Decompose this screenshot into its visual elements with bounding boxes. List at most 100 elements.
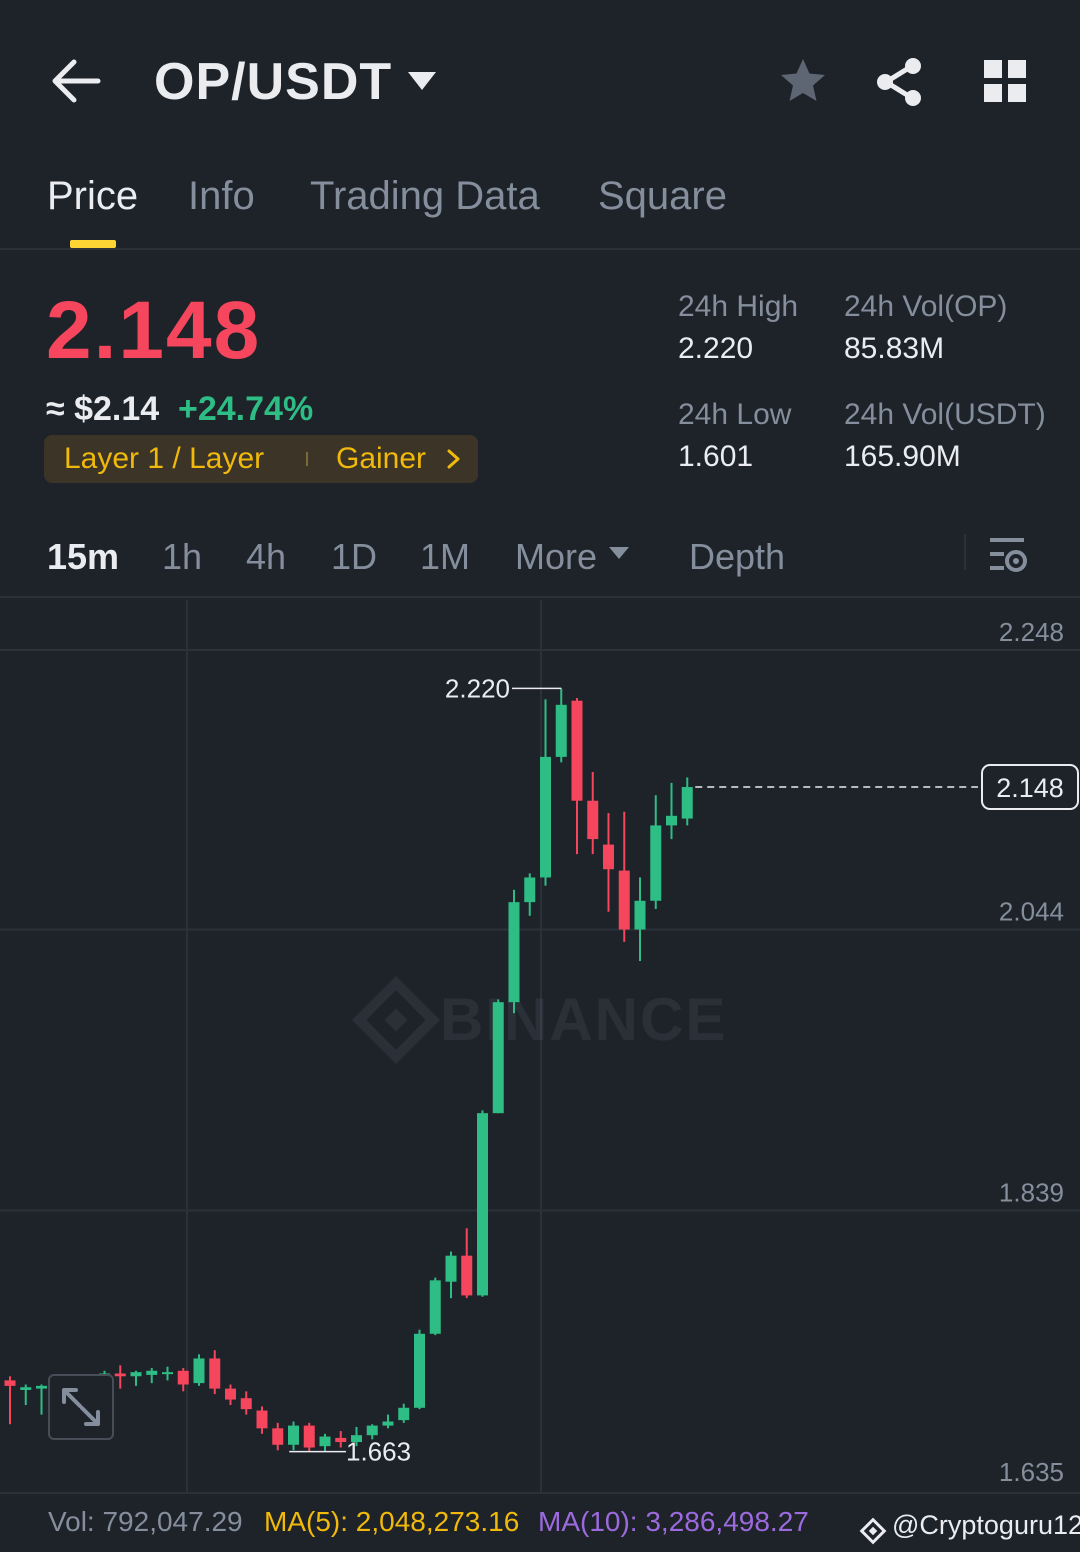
chart-canvas: BINANCE 2.248 2.044 1.839 1.635 2.220 1.663 2… [0,600,1080,1492]
candle-body [193,1358,205,1384]
price-axis: 2.248 2.044 1.839 1.635 [999,617,1064,1487]
candle-body [256,1410,268,1429]
interval-more[interactable]: More [515,536,597,578]
candle-body [4,1380,16,1386]
grid-icon[interactable] [982,58,1028,104]
interval-4h[interactable]: 4h [246,536,286,578]
candle-body [177,1370,189,1385]
candle-body [225,1388,236,1400]
current-price-label: 2.148 [996,773,1064,803]
last-price: 2.148 [46,285,262,376]
depth-tab[interactable]: Depth [689,536,785,578]
change-percent: +24.74% [178,390,314,428]
stat-low-value: 1.601 [678,440,754,473]
tab-square[interactable]: Square [598,174,727,219]
back-arrow-icon[interactable] [50,58,102,104]
interval-1m[interactable]: 1M [420,536,470,578]
price-axis-label: 2.248 [999,617,1064,647]
stat-vol-usdt-value: 165.90M [844,440,961,473]
candle-body [20,1387,32,1390]
price-axis-label: 1.635 [999,1457,1064,1487]
candle-body [146,1370,158,1375]
tag-category-label: Layer 1 / Layer [64,442,265,475]
candle-body [303,1425,315,1448]
approx-usd-price: ≈ $2.14 [46,390,160,428]
candle-body [130,1372,142,1377]
tab-bar: Price Info Trading Data Square [0,160,1080,250]
interval-15m[interactable]: 15m [47,536,119,578]
candle-body [445,1255,457,1282]
candle-body [398,1407,410,1421]
candle-body [555,704,567,757]
star-icon[interactable] [778,56,828,106]
candle-body [524,877,536,903]
expand-icon [62,1388,100,1426]
candle-body [288,1425,299,1445]
tag-gainer-label: Gainer [336,442,427,475]
candle-body [36,1385,47,1389]
tab-trading-data[interactable]: Trading Data [310,174,540,219]
price-axis-label: 1.839 [999,1177,1064,1207]
interval-1d[interactable]: 1D [331,536,377,578]
watermark-username: @Cryptoguru12 [892,1510,1080,1540]
tab-info[interactable]: Info [188,174,255,219]
candle-body [429,1280,441,1334]
candle-body [366,1425,378,1436]
ma10-value: MA(10): 3,286,498.27 [538,1506,809,1537]
candle-body [571,700,583,801]
watermark-text: BINANCE [440,986,727,1053]
candle-body [681,787,693,819]
binance-watermark: BINANCE [352,976,727,1064]
candle-body [650,825,662,901]
chart-settings-icon[interactable] [988,534,1030,574]
high-marker-label: 2.220 [445,673,510,703]
candle-body [477,1113,488,1296]
stat-low-label: 24h Low [678,398,792,431]
interval-1h[interactable]: 1h [162,536,202,578]
volume-bar: Vol: 792,047.29 MA(5): 2,048,273.16 MA(1… [0,1492,1080,1552]
stat-vol-op-label: 24h Vol(OP) [844,290,1008,323]
interval-divider [964,534,966,570]
tab-price[interactable]: Price [47,174,138,219]
fullscreen-button[interactable] [48,1374,114,1440]
candle-body [603,844,614,870]
candle-body [382,1421,394,1426]
candle-body [414,1333,425,1408]
candle-body [240,1398,252,1410]
candle-body [209,1358,221,1389]
category-tag[interactable]: Layer 1 / Layer Gainer [44,435,478,483]
candle-body [272,1428,284,1445]
candle-body [114,1373,126,1377]
stat-vol-op-value: 85.83M [844,332,945,365]
pair-title[interactable]: OP/USDT [154,52,392,112]
chevron-right-icon [447,449,460,469]
candle-body [461,1255,473,1296]
stat-vol-usdt-label: 24h Vol(USDT) [844,398,1046,431]
candle-body [335,1437,347,1443]
candle-body [666,815,677,826]
stat-high-value: 2.220 [678,332,754,365]
caret-down-icon[interactable] [608,546,630,560]
binance-logo-icon [859,1517,887,1545]
low-marker-label: 1.663 [346,1437,411,1467]
tag-divider [306,452,308,466]
candle-body [508,902,520,1003]
candles [4,688,693,1452]
candle-body [319,1436,331,1447]
header: OP/USDT [0,0,1080,160]
stat-high-label: 24h High [678,290,799,323]
candle-body [634,900,646,930]
caret-down-icon[interactable] [406,70,438,92]
candle-body [162,1372,173,1375]
candlestick-chart[interactable]: BINANCE 2.248 2.044 1.839 1.635 2.220 1.663 2… [0,600,1080,1492]
share-icon[interactable] [874,56,924,108]
candle-body [540,756,551,878]
interval-bar: 15m 1h 4h 1D 1M More Depth [0,520,1080,598]
active-tab-indicator [70,240,116,248]
volume-value: Vol: 792,047.29 [48,1506,243,1537]
candle-body [587,800,599,840]
price-axis-label: 2.044 [999,897,1064,927]
candle-body [492,1002,504,1114]
ma5-value: MA(5): 2,048,273.16 [264,1506,520,1537]
candle-body [618,870,630,930]
